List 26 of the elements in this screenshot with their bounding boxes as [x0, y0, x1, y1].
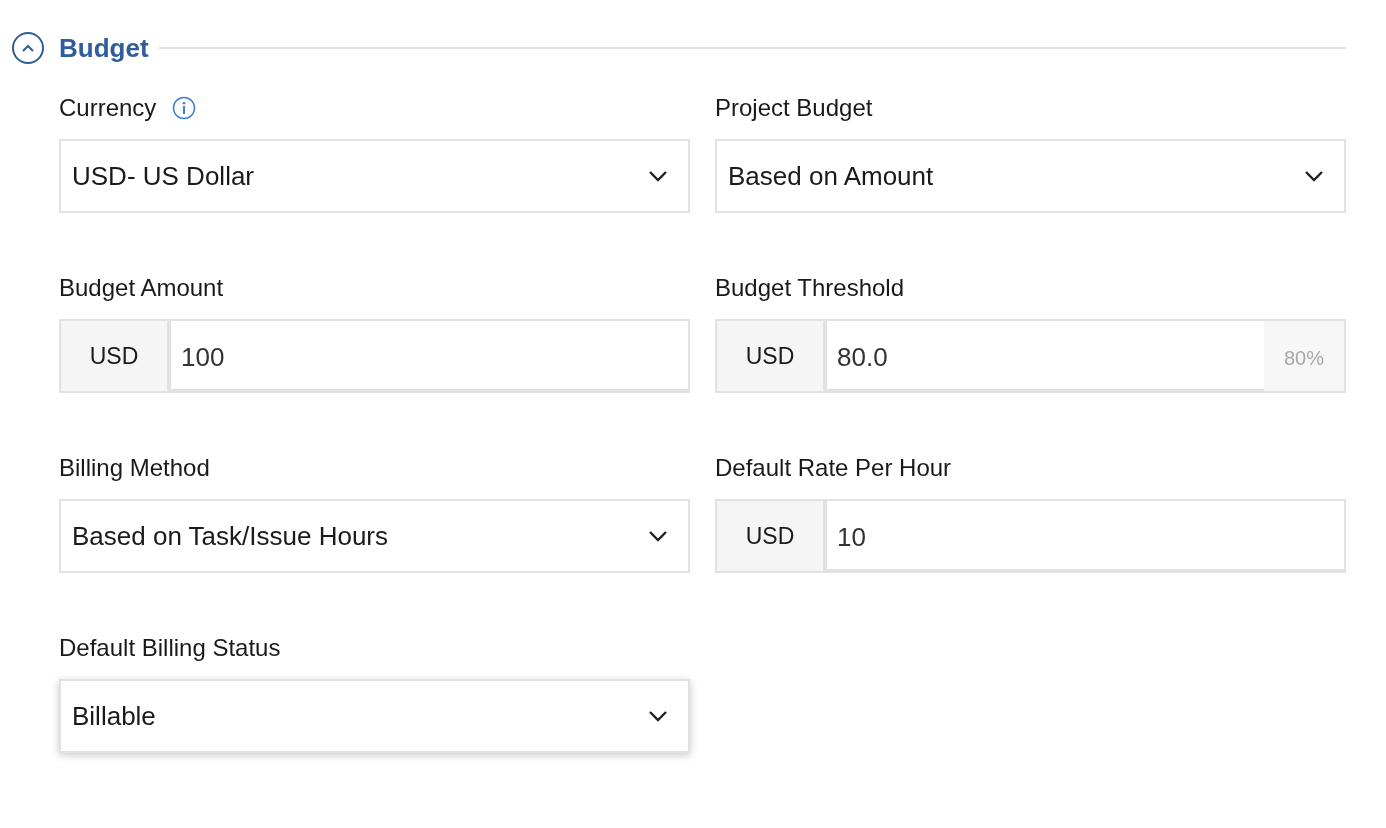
section-title: Budget — [59, 32, 149, 64]
percent-suffix: 80% — [1264, 319, 1346, 393]
field-label: Budget Threshold — [715, 274, 905, 302]
field-label: Budget Amount — [59, 274, 224, 302]
collapse-toggle[interactable] — [12, 32, 44, 64]
currency-prefix: USD — [715, 319, 827, 393]
field-label: Default Billing Status — [59, 634, 281, 662]
field-label: Default Rate Per Hour — [715, 454, 952, 482]
input-field[interactable]: 80.0 — [827, 319, 1264, 393]
field-label: Currency — [59, 94, 157, 122]
dropdown-select[interactable]: Based on Task/Issue Hours — [59, 499, 690, 573]
dropdown-select[interactable]: USD- US Dollar — [59, 139, 690, 213]
dropdown-select[interactable]: Based on Amount — [715, 139, 1346, 213]
chevron-down-icon — [648, 530, 668, 542]
input-field[interactable]: 10 — [827, 499, 1346, 573]
info-icon[interactable] — [172, 96, 197, 120]
chevron-up-icon — [21, 43, 35, 53]
currency-prefix: USD — [59, 319, 171, 393]
input-field[interactable]: 100 — [171, 319, 690, 393]
dropdown-select[interactable]: Billable — [59, 679, 690, 753]
chevron-down-icon — [648, 170, 668, 182]
chevron-down-icon — [1304, 170, 1324, 182]
chevron-down-icon — [648, 710, 668, 722]
currency-prefix: USD — [715, 499, 827, 573]
field-label: Project Budget — [715, 94, 873, 122]
field-label: Billing Method — [59, 454, 210, 482]
